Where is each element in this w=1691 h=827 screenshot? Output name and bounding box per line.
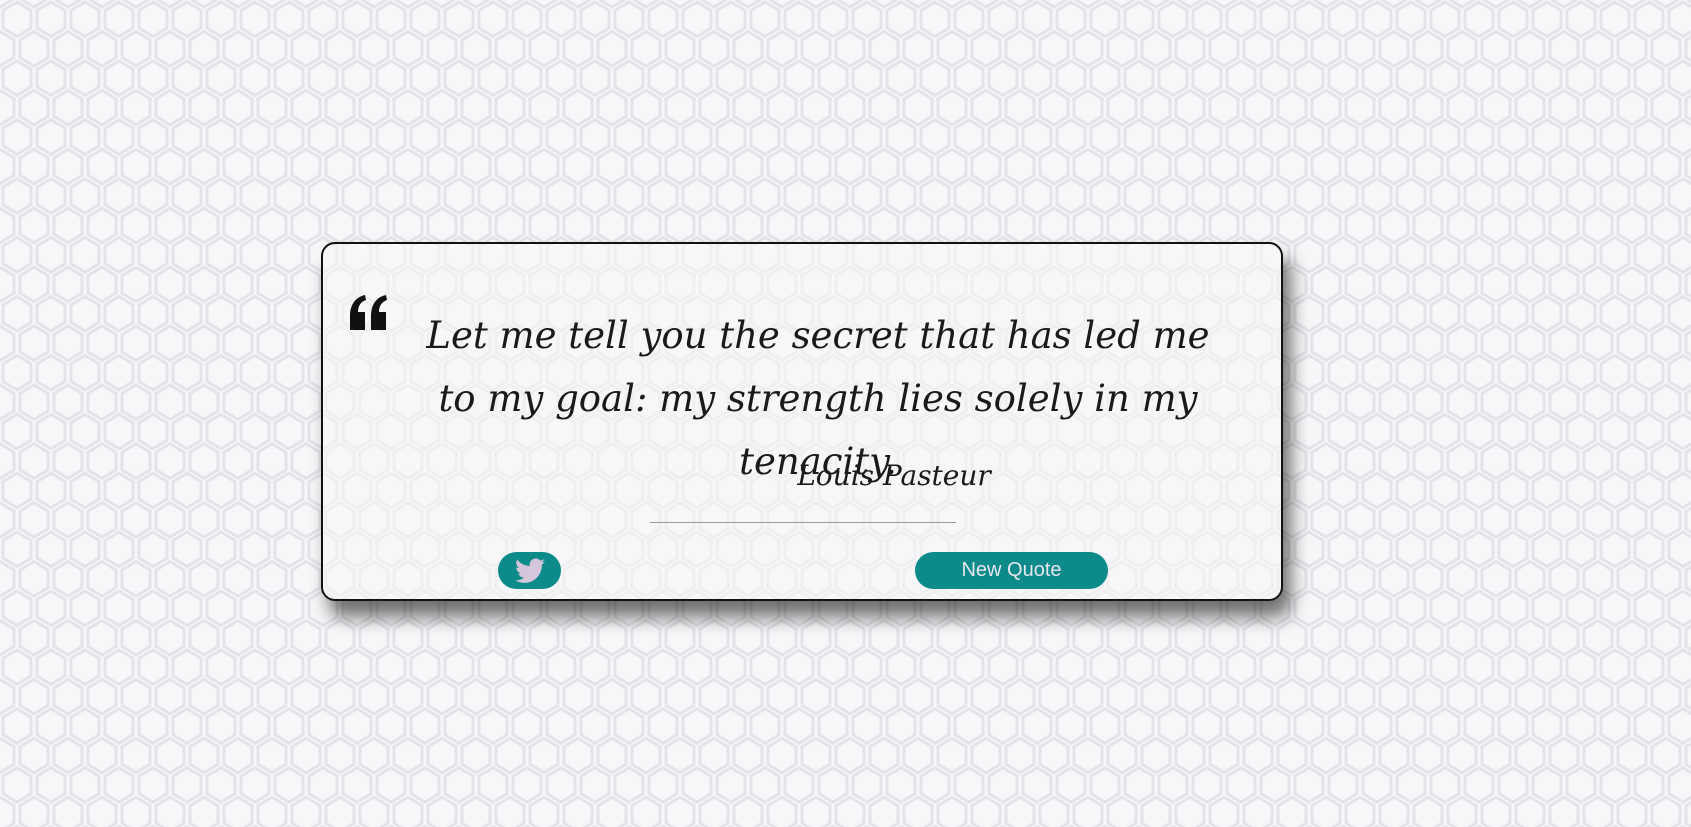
- divider: [650, 522, 956, 523]
- quote-card: Let me tell you the secret that has led …: [321, 242, 1283, 601]
- tweet-button[interactable]: [498, 552, 561, 589]
- new-quote-button[interactable]: New Quote: [915, 552, 1108, 589]
- quote-mark-icon: [350, 295, 387, 330]
- quote-author: Louis Pasteur: [797, 459, 991, 492]
- twitter-bird-icon: [514, 558, 545, 583]
